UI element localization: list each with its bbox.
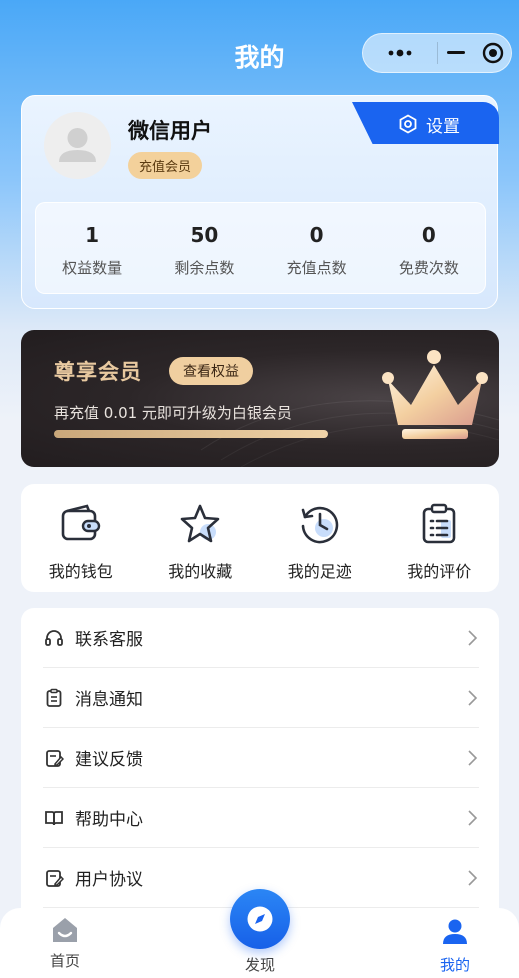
minimize-button[interactable]	[438, 34, 475, 72]
stat-value: 0	[309, 223, 324, 247]
notice-icon	[46, 688, 62, 707]
chevron-right-icon	[468, 689, 478, 706]
menu-label: 建议反馈	[75, 750, 143, 770]
tab-label: 发现	[244, 956, 275, 974]
vip-banner[interactable]: 尊享会员 查看权益 再充值 0.01 元即可升级为白银会员	[21, 330, 499, 467]
minimize-icon	[446, 51, 465, 54]
username: 微信用户	[128, 119, 212, 143]
close-miniprogram-button[interactable]	[474, 34, 511, 72]
my-favorites-button[interactable]: 我的收藏	[141, 484, 261, 592]
stat-recharge-points[interactable]: 0 充值点数	[261, 203, 373, 293]
stat-value: 0	[421, 223, 436, 247]
stat-label: 免费次数	[398, 259, 459, 277]
menu-label: 帮助中心	[75, 810, 143, 830]
menu-item-contact-service[interactable]: 联系客服	[43, 608, 479, 668]
tab-mine[interactable]: 我的	[400, 908, 510, 978]
help-book-icon	[45, 810, 63, 825]
action-label: 我的评价	[407, 562, 472, 581]
vip-progress-fill	[54, 430, 328, 438]
target-close-icon	[482, 42, 503, 64]
menu-card: 联系客服 消息通知 建议反馈 帮助中心 用户协议	[21, 608, 499, 928]
action-label: 我的足迹	[287, 562, 352, 581]
my-reviews-button[interactable]: 我的评价	[380, 484, 500, 592]
stat-free-times[interactable]: 0 免费次数	[373, 203, 485, 293]
vip-upgrade-text: 再充值 0.01 元即可升级为白银会员	[54, 404, 292, 422]
history-icon	[301, 506, 338, 544]
stat-label: 剩余点数	[174, 259, 235, 277]
crown-icon	[382, 350, 488, 439]
stat-label: 权益数量	[62, 259, 123, 277]
avatar[interactable]	[44, 112, 111, 179]
compass-icon	[247, 906, 273, 932]
stat-label: 充值点数	[286, 259, 347, 277]
action-label: 我的收藏	[168, 562, 233, 581]
my-wallet-button[interactable]: 我的钱包	[21, 484, 141, 592]
quick-actions-card: 我的钱包 我的收藏 我的足迹 我的评价	[21, 484, 499, 592]
chevron-right-icon	[468, 869, 478, 886]
member-level-badge: 充值会员	[128, 152, 203, 179]
edit-icon	[46, 749, 64, 767]
tab-home[interactable]: 首页	[10, 908, 120, 978]
menu-label: 消息通知	[75, 690, 143, 710]
menu-item-help-center[interactable]: 帮助中心	[43, 788, 479, 848]
menu-label: 联系客服	[75, 630, 143, 650]
stat-value: 1	[85, 223, 100, 247]
agreement-icon	[46, 869, 64, 887]
vip-progress-bar	[54, 430, 328, 438]
user-active-icon	[443, 919, 467, 944]
vip-title: 尊享会员	[54, 360, 142, 384]
settings-label: 设置	[426, 116, 460, 137]
chevron-right-icon	[468, 629, 478, 646]
stats-panel: 1 权益数量 50 剩余点数 0 充值点数 0 免费次数	[35, 202, 486, 294]
my-footprints-button[interactable]: 我的足迹	[260, 484, 380, 592]
settings-hexagon-icon	[399, 114, 417, 134]
settings-button[interactable]: 设置	[398, 112, 460, 137]
wallet-icon	[61, 504, 100, 541]
headset-icon	[45, 629, 63, 646]
clipboard-icon	[422, 503, 456, 544]
tab-label: 首页	[49, 952, 80, 970]
star-icon	[180, 504, 220, 543]
more-menu-button[interactable]	[363, 34, 437, 72]
menu-label: 用户协议	[75, 870, 143, 890]
more-dots-icon	[388, 49, 412, 57]
chevron-right-icon	[468, 809, 478, 826]
menu-item-notifications[interactable]: 消息通知	[43, 668, 479, 728]
discover-fab-button[interactable]	[230, 889, 290, 949]
user-placeholder-icon	[59, 128, 96, 162]
home-icon	[53, 918, 77, 942]
action-label: 我的钱包	[48, 562, 113, 581]
miniprogram-capsule[interactable]	[362, 33, 512, 73]
chevron-right-icon	[468, 749, 478, 766]
tab-label: 我的	[439, 956, 470, 974]
menu-item-feedback[interactable]: 建议反馈	[43, 728, 479, 788]
stat-remaining-points[interactable]: 50 剩余点数	[148, 203, 260, 293]
stat-value: 50	[190, 223, 219, 247]
view-benefits-button[interactable]: 查看权益	[169, 357, 253, 385]
stat-benefits[interactable]: 1 权益数量	[36, 203, 148, 293]
